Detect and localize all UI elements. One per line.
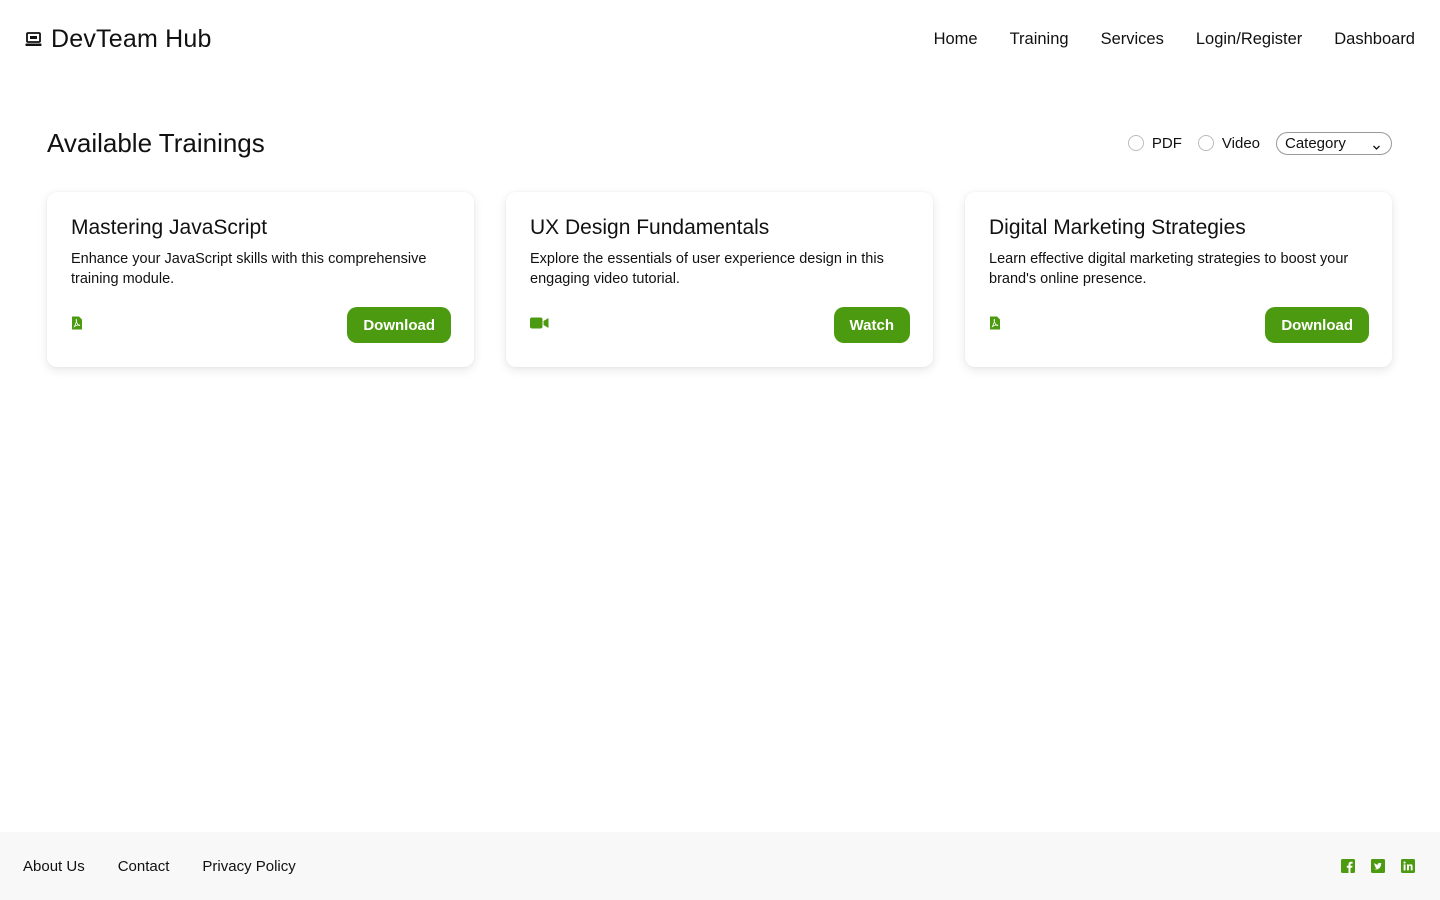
watch-button[interactable]: Watch [833,307,910,343]
nav-item-home[interactable]: Home [934,30,978,49]
card-description: Enhance your JavaScript skills with this… [71,251,427,287]
video-camera-icon [530,316,549,334]
training-card: UX Design Fundamentals Explore the essen… [506,192,933,367]
card-title: Mastering JavaScript [71,216,268,239]
pdf-radio[interactable] [1127,135,1144,151]
file-pdf-icon [71,316,83,335]
brand[interactable]: DevTeam Hub [25,25,212,54]
nav-item-login-register[interactable]: Login/Register [1196,30,1302,49]
pdf-radio-label: PDF [1151,134,1182,152]
nav-item-services[interactable]: Services [1101,30,1164,49]
nav-item-training[interactable]: Training [1010,30,1069,49]
filter-pdf[interactable]: PDF [1127,134,1182,152]
card-title: Digital Marketing Strategies [989,216,1246,239]
download-button[interactable]: Download [347,307,451,343]
card-footer: Download [989,307,1369,343]
brand-name: DevTeam Hub [51,24,212,53]
nav-item-dashboard[interactable]: Dashboard [1334,30,1415,49]
main-nav: Home Training Services Login/Register Da… [934,30,1415,49]
card-footer: Watch [530,307,910,343]
training-card: Digital Marketing Strategies Learn effec… [965,192,1392,367]
filter-video[interactable]: Video [1197,134,1260,152]
card-footer: Download [71,307,451,343]
file-pdf-icon [989,316,1001,335]
footer-links: About Us Contact Privacy Policy [23,858,296,875]
linkedin-icon[interactable] [1401,859,1415,873]
twitter-icon[interactable] [1371,859,1385,873]
footer-link-privacy[interactable]: Privacy Policy [202,858,295,875]
facebook-icon[interactable] [1341,859,1355,873]
training-card: Mastering JavaScript Enhance your JavaSc… [47,192,474,367]
card-description: Learn effective digital marketing strate… [989,251,1349,287]
training-cards: Mastering JavaScript Enhance your JavaSc… [47,192,1392,367]
category-select[interactable]: Category [1276,131,1392,155]
chevron-down-icon [1372,139,1381,150]
trainings-header: Available Trainings PDF Video Category [47,118,1392,168]
download-button[interactable]: Download [1265,307,1369,343]
card-description: Explore the essentials of user experienc… [530,251,884,287]
video-radio[interactable] [1197,135,1214,151]
laptop-icon [25,31,42,48]
filter-bar: PDF Video Category [1127,131,1392,155]
footer-link-about[interactable]: About Us [23,858,85,875]
site-header: DevTeam Hub Home Training Services Login… [0,0,1440,78]
footer-link-contact[interactable]: Contact [118,858,170,875]
site-footer: About Us Contact Privacy Policy [0,832,1440,900]
social-links [1341,859,1415,873]
category-select-value: Category [1285,134,1346,152]
card-title: UX Design Fundamentals [530,216,770,239]
page-title: Available Trainings [47,127,265,158]
video-radio-label: Video [1221,134,1260,152]
